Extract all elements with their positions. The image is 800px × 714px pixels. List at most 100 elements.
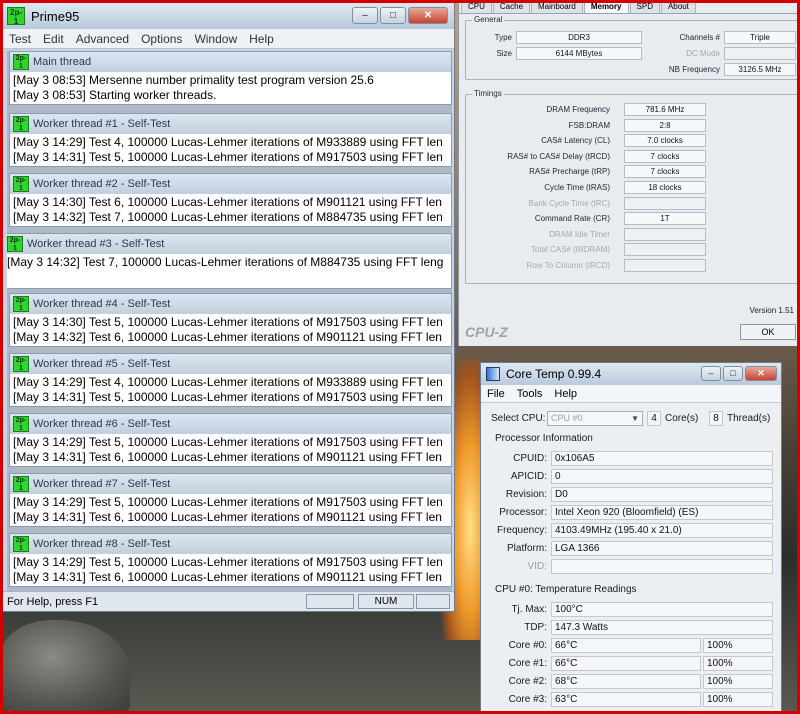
maximize-button[interactable]: □ [723,366,743,381]
thread-window[interactable]: 2p-1 Worker thread #4 - Self-Test [May 3 1… [9,293,452,347]
thread-title: Worker thread #3 - Self-Test [27,238,165,250]
timing-label: Cycle Time (tRAS) [544,183,610,192]
info-label: APICID: [510,471,547,482]
tab-mainboard[interactable]: Mainboard [531,0,583,13]
prime95-app-icon: 2p-1 [13,476,29,492]
timings-group: Timings DRAM Frequency 781.6 MHz FSB:DRAM 2… [465,89,799,284]
maximize-icon: □ [730,368,736,378]
thread-title: Main thread [33,56,92,68]
tab-about[interactable]: About [660,0,696,13]
dcmode-value [724,47,796,60]
timing-value: 18 clocks [624,181,706,194]
tab-memory[interactable]: Memory [583,0,629,13]
timing-value: 7 clocks [624,149,706,163]
log-line: [May 3 08:53] Starting worker threads. [13,88,217,102]
menu-item-test[interactable]: Test [3,32,37,46]
general-label: General [472,15,505,24]
ok-button[interactable]: OK [740,324,796,340]
select-cpu-dropdown[interactable]: CPU #0 ▼ [547,411,643,426]
dcmode-label: DC Mode [686,49,720,58]
menu-item-file[interactable]: File [481,388,511,400]
timing-value: 7 clocks [624,165,706,179]
timing-value [624,243,706,257]
maximize-button[interactable]: □ [380,7,406,24]
log-line: [May 3 14:29] Test 4, 100000 Lucas-Lehme… [13,135,443,149]
tab-cache[interactable]: Cache [492,0,531,13]
thread-window[interactable]: 2p-1 Worker thread #8 - Self-Test [May 3 1… [9,533,452,587]
cpuz-tabs: CPU Cache Mainboard Memory SPD About [459,0,800,14]
desktop-rock [0,620,130,714]
cores-label: Core(s) [665,413,699,424]
minimize-icon: – [708,368,714,378]
menu-item-help[interactable]: Help [243,32,280,46]
select-cpu-label: Select CPU: [491,413,546,424]
coretemp-titlebar[interactable]: Core Temp 0.99.4 – □ ✕ [481,363,781,385]
log-line: [May 3 14:29] Test 4, 100000 Lucas-Lehme… [13,375,443,389]
timing-label: Bank Cycle Time (tRC) [528,198,610,208]
log-line: [May 3 14:31] Test 5, 100000 Lucas-Lehme… [13,390,443,404]
thread-titlebar[interactable]: 2p-1 Worker thread #4 - Self-Test [10,294,451,314]
menu-item-help[interactable]: Help [548,388,583,400]
thread-window[interactable]: 2p-1 Worker thread #5 - Self-Test [May 3 1… [9,353,452,407]
thread-titlebar[interactable]: 2p-1 Worker thread #8 - Self-Test [10,534,451,554]
prime95-app-icon: 2p-1 [13,296,29,312]
prime95-app-icon: 2p-1 [7,7,25,26]
log-line: [May 3 14:31] Test 6, 100000 Lucas-Lehme… [13,510,442,524]
minimize-button[interactable]: – [701,366,721,381]
size-value: 6144 MBytes [516,47,642,60]
menu-item-edit[interactable]: Edit [37,32,70,46]
prime95-title: Prime95 [31,8,80,24]
channels-value: Triple [724,31,796,44]
thread-titlebar[interactable]: 2p-1 Worker thread #6 - Self-Test [10,414,451,434]
thread-titlebar[interactable]: 2p-1 Worker thread #1 - Self-Test [10,114,451,134]
thread-window[interactable]: 2p-1 Worker thread #7 - Self-Test [May 3 1… [9,473,452,527]
timing-value: 781.6 MHz [624,103,706,116]
prime95-app-icon: 2p-1 [13,416,29,432]
tab-spd[interactable]: SPD [629,0,660,13]
type-label: Type [494,33,512,42]
status-num: NUM [358,594,414,609]
timing-label: Command Rate (CR) [534,214,610,224]
core-temp: 63°C [551,692,701,707]
prime95-app-icon: 2p-1 [13,54,29,70]
menu-item-window[interactable]: Window [188,32,243,46]
thread-window[interactable]: 2p-1 Main thread [May 3 08:53] Mersenne nu… [9,51,452,105]
thread-titlebar[interactable]: 2p-1 Worker thread #2 - Self-Test [10,174,451,194]
tjmax-label: Tj. Max: [511,604,547,615]
timing-label: RAS# Precharge (tRP) [529,167,610,177]
menu-item-tools[interactable]: Tools [511,388,549,400]
core-label: Core #0: [508,640,547,651]
thread-log: [May 3 14:32] Test 7, 100000 Lucas-Lehme… [7,254,451,271]
thread-window[interactable]: 2p-1 Worker thread #6 - Self-Test [May 3 1… [9,413,452,467]
info-label: Platform: [506,543,547,554]
thread-window[interactable]: 2p-1 Worker thread #2 - Self-Test [May 3 1… [9,173,452,227]
core-load: 100% [703,674,773,689]
info-label: Revision: [505,489,547,500]
menu-item-advanced[interactable]: Advanced [70,32,135,46]
thread-window[interactable]: 2p-1 Worker thread #3 - Self-Test [May 3 1… [7,233,452,289]
tab-cpu[interactable]: CPU [461,0,492,13]
timing-label: FSB:DRAM [568,120,610,130]
nbfreq-label: NB Frequency [668,65,720,74]
log-line: [May 3 14:31] Test 5, 100000 Lucas-Lehme… [13,150,443,164]
thread-titlebar[interactable]: 2p-1 Worker thread #3 - Self-Test [7,234,451,254]
thread-titlebar[interactable]: 2p-1 Worker thread #5 - Self-Test [10,354,451,374]
timings-label: Timings [472,89,504,98]
timing-value [624,196,706,210]
log-line: [May 3 14:29] Test 5, 100000 Lucas-Lehme… [13,555,443,569]
thread-log: [May 3 08:53] Mersenne number primality … [10,72,451,104]
prime95-titlebar[interactable]: 2p-1 Prime95 – □ ✕ [3,3,454,29]
close-button[interactable]: ✕ [408,7,448,24]
thread-titlebar[interactable]: 2p-1 Worker thread #7 - Self-Test [10,474,451,494]
thread-window[interactable]: 2p-1 Worker thread #1 - Self-Test [May 3 1… [9,113,452,167]
cpuz-version: Version 1.51 [749,306,794,315]
core-temp: 68°C [551,674,701,689]
minimize-button[interactable]: – [352,7,378,24]
timing-label: DRAM Frequency [546,105,610,114]
cores-count: 4 [647,411,661,426]
close-button[interactable]: ✕ [745,366,777,381]
menu-item-options[interactable]: Options [135,32,188,46]
thread-titlebar[interactable]: 2p-1 Main thread [10,52,451,72]
cpuz-brand: CPU-Z [465,324,508,340]
info-label: VID: [527,561,547,572]
